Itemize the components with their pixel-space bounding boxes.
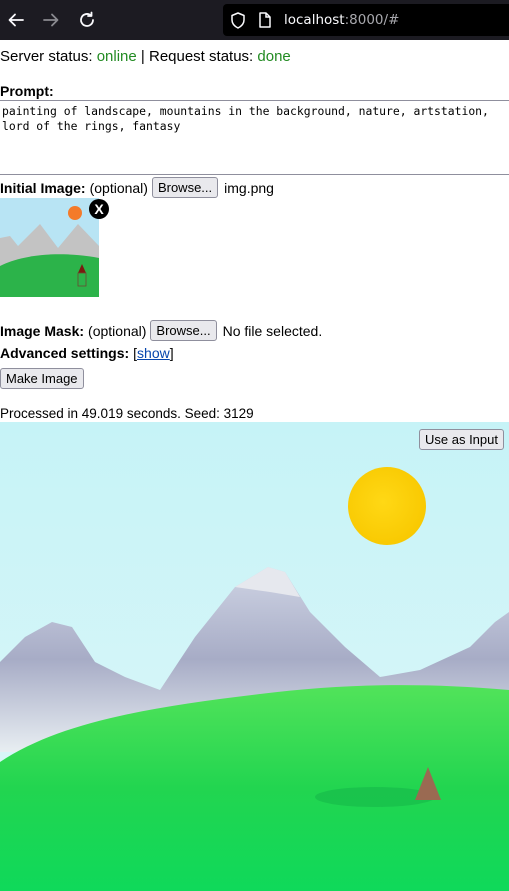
advanced-settings-row: Advanced settings: [show] <box>0 345 174 361</box>
url-text[interactable]: localhost:8000/# <box>284 11 399 29</box>
remove-initial-image-button[interactable]: X <box>89 199 109 219</box>
image-mask-browse-button[interactable]: Browse... <box>150 320 217 341</box>
request-status-value: done <box>257 48 291 65</box>
make-image-button[interactable]: Make Image <box>0 368 84 389</box>
initial-image-row: Initial Image: (optional) Browse... img.… <box>0 177 274 198</box>
initial-image-browse-button[interactable]: Browse... <box>151 177 219 198</box>
prompt-label: Prompt: <box>0 83 54 99</box>
status-separator: | <box>136 48 149 65</box>
initial-image-preview <box>0 198 99 297</box>
advanced-settings-label: Advanced settings: <box>0 345 130 361</box>
page-icon <box>258 12 272 31</box>
back-arrow-icon[interactable] <box>4 8 28 32</box>
forward-arrow-icon[interactable] <box>39 8 63 32</box>
url-bar[interactable]: localhost:8000/# <box>223 4 509 36</box>
advanced-show-link[interactable]: show <box>137 345 170 361</box>
initial-image-filename: img.png <box>224 179 274 196</box>
prompt-input[interactable]: painting of landscape, mountains in the … <box>0 100 509 175</box>
advanced-bracket-close: ] <box>169 345 174 361</box>
initial-image-label: Initial Image: <box>0 179 86 196</box>
server-status-label: Server status: <box>0 48 97 65</box>
image-mask-filename: No file selected. <box>222 322 323 339</box>
image-mask-label: Image Mask: <box>0 322 85 339</box>
url-port-path: :8000/# <box>344 12 400 28</box>
status-line: Server status: online | Request status: … <box>0 48 291 66</box>
image-mask-row: Image Mask: (optional) Browse... No file… <box>0 320 322 341</box>
server-status-value: online <box>96 48 137 65</box>
browser-toolbar: localhost:8000/# <box>0 0 509 40</box>
result-sun <box>348 467 426 545</box>
thumb-hill <box>0 254 99 297</box>
image-mask-optional: (optional) <box>88 322 147 339</box>
request-status-label: Request status: <box>148 48 258 65</box>
generated-image <box>0 422 509 891</box>
initial-image-optional: (optional) <box>89 179 148 196</box>
url-host: localhost <box>284 12 345 28</box>
processed-info: Processed in 49.019 seconds. Seed: 3129 <box>0 406 254 421</box>
shield-icon[interactable] <box>230 12 246 32</box>
thumb-sun <box>68 206 82 220</box>
use-as-input-button[interactable]: Use as Input <box>419 429 504 450</box>
reload-icon[interactable] <box>75 8 99 32</box>
